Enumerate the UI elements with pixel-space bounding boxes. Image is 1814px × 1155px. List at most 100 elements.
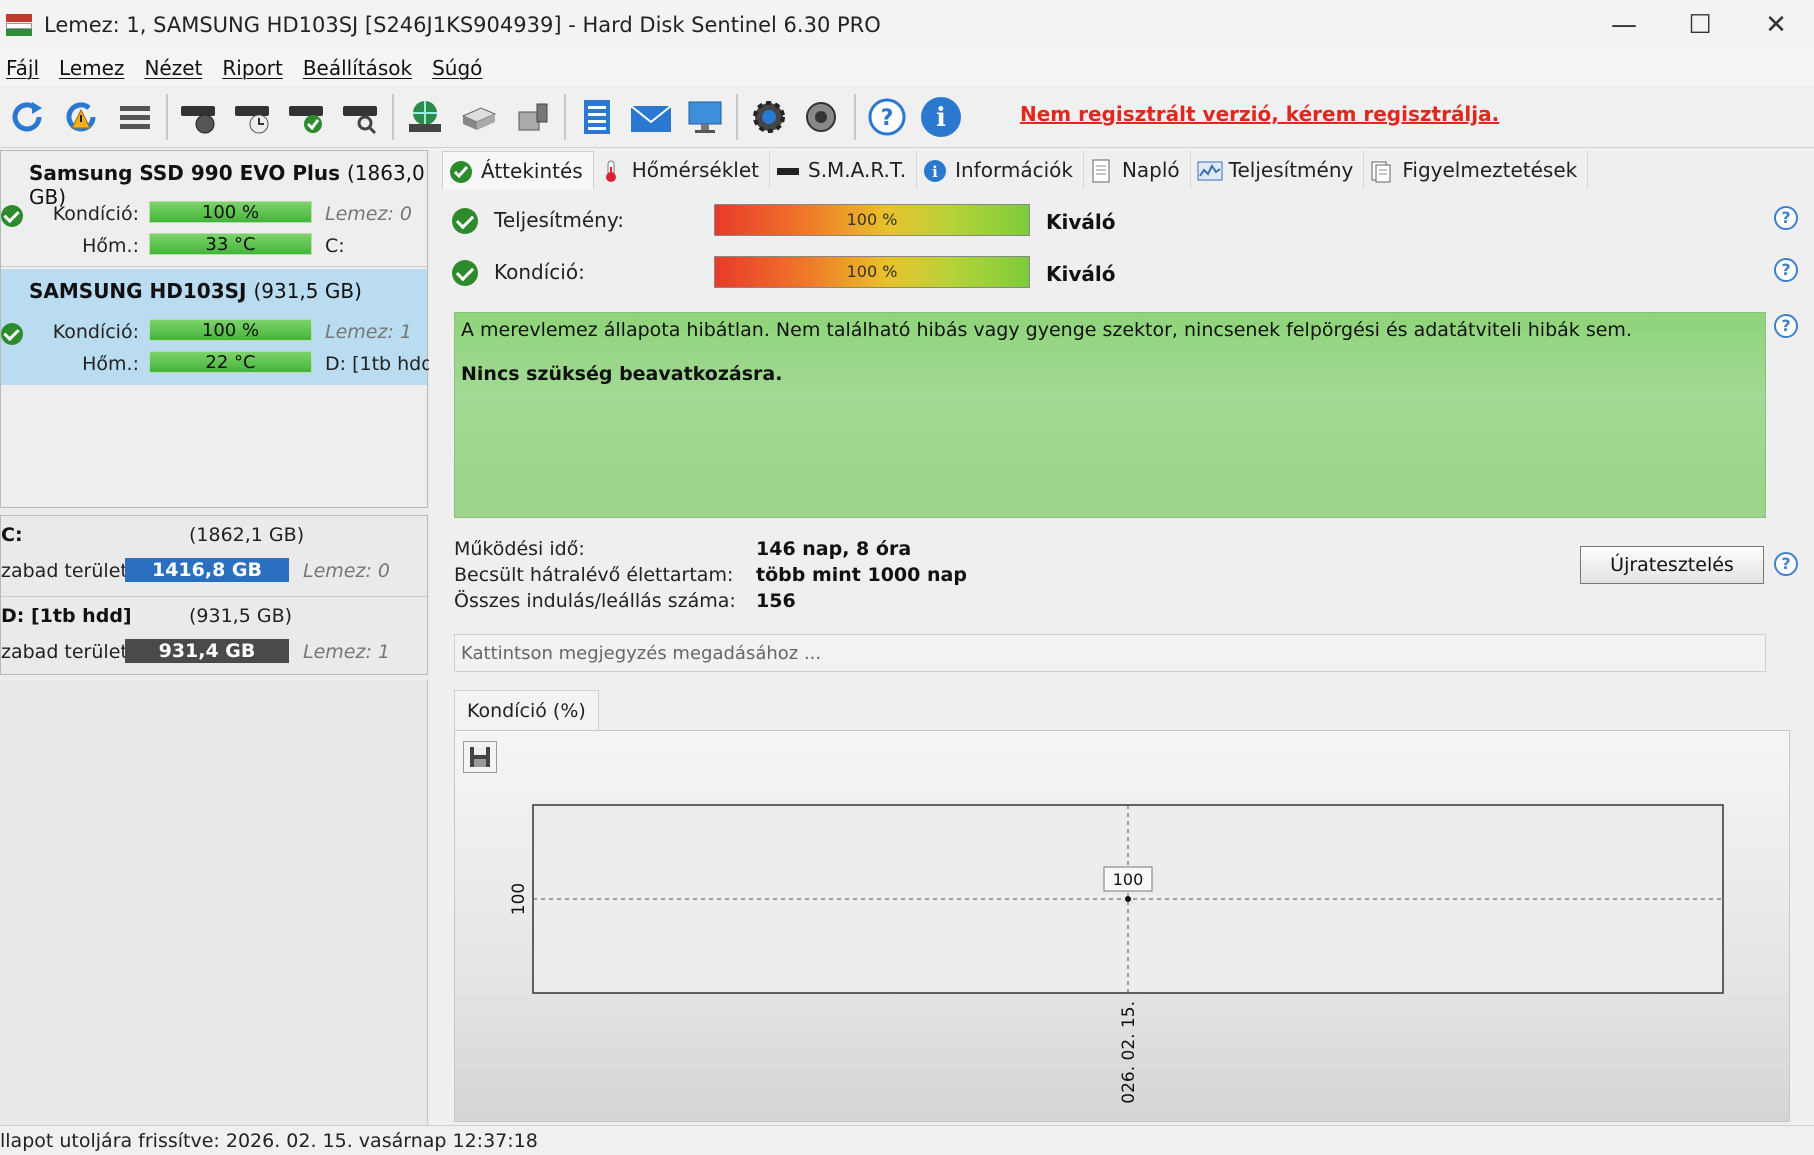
disk-volume: D: [1tb hdd — [325, 353, 429, 375]
disk-name: SAMSUNG HD103SJ (931,5 GB) — [29, 279, 362, 303]
disk-stack-icon[interactable] — [457, 95, 501, 139]
toolbar: ? i Nem regisztrált verzió, kérem regisz… — [0, 86, 1814, 148]
status-bar: llapot utoljára frissítve: 2026. 02. 15.… — [0, 1125, 1814, 1155]
email-icon[interactable] — [629, 95, 673, 139]
health-label: Kondíció: — [494, 260, 585, 284]
health-label: Kondíció: — [52, 203, 139, 225]
register-link[interactable]: Nem regisztrált verzió, kérem regisztrál… — [1020, 102, 1499, 126]
tab-alerts[interactable]: Figyelmeztetések — [1364, 151, 1589, 189]
health-bar: 100 % — [149, 201, 312, 223]
volume-disk: Lemez: 1 — [303, 641, 390, 663]
svg-text:i: i — [936, 103, 946, 133]
left-empty-area — [0, 680, 428, 1125]
temp-bar: 33 °C — [149, 233, 312, 255]
maximize-button[interactable]: ☐ — [1662, 0, 1738, 50]
tab-overview[interactable]: Áttekintés — [442, 151, 594, 189]
refresh-icon[interactable] — [5, 95, 49, 139]
lifetime-value: több mint 1000 nap — [756, 564, 967, 586]
help-icon[interactable]: ? — [1774, 552, 1798, 576]
tab-log[interactable]: Napló — [1084, 151, 1191, 189]
tab-performance[interactable]: Teljesítmény — [1191, 151, 1365, 189]
menu-settings[interactable]: Beállítások — [301, 56, 426, 80]
disk-search-icon[interactable] — [339, 95, 383, 139]
menu-disk[interactable]: Lemez — [57, 56, 138, 80]
tab-temperature[interactable]: Hőmérséklet — [594, 151, 770, 189]
menu-bar: Fájl Lemez Nézet Riport Beállítások Súgó — [0, 50, 1814, 86]
external-drive-icon[interactable] — [511, 95, 555, 139]
chart-tab[interactable]: Kondíció (%) — [454, 690, 599, 730]
menu-file[interactable]: Fájl — [4, 56, 53, 80]
health-label: Kondíció: — [52, 321, 139, 343]
free-space-bar: 1416,8 GB — [125, 558, 289, 582]
data-label: 100 — [1113, 870, 1144, 889]
temp-label: Hőm.: — [82, 353, 139, 375]
check-icon — [449, 160, 472, 183]
minimize-button[interactable]: — — [1586, 0, 1662, 50]
lifetime-label: Becsült hátralévő élettartam: — [454, 564, 734, 586]
menu-help[interactable]: Súgó — [430, 56, 496, 80]
info-icon[interactable]: i — [919, 95, 963, 139]
temp-label: Hőm.: — [82, 235, 139, 257]
monitor-icon[interactable] — [683, 95, 727, 139]
left-pane: Samsung SSD 990 EVO Plus (1863,0 GB) Kon… — [0, 150, 430, 1125]
help-icon[interactable]: ? — [1774, 206, 1798, 230]
disk-index: Lemez: 1 — [325, 321, 412, 343]
tab-information[interactable]: i Információk — [917, 151, 1084, 189]
volume-size: (931,5 GB) — [189, 605, 293, 627]
volume-list: C: (1862,1 GB) zabad terület 1416,8 GB L… — [0, 515, 428, 675]
disk-ok-icon[interactable] — [285, 95, 329, 139]
right-pane: Áttekintés Hőmérséklet S.M.A.R.T. i Info… — [432, 150, 1814, 1125]
document-icon — [1090, 159, 1112, 183]
disk-schedule-icon[interactable] — [231, 95, 275, 139]
free-space-label: zabad terület — [1, 560, 128, 582]
svg-text:i: i — [932, 163, 938, 181]
health-bar: 100 % — [149, 319, 312, 341]
disk-card-1[interactable]: SAMSUNG HD103SJ (931,5 GB) Kondíció: 100… — [1, 269, 429, 385]
volume-name: C: — [1, 524, 23, 546]
health-row: Kondíció: 100 % Kiváló — [452, 254, 1802, 288]
help-icon[interactable]: ? — [1774, 314, 1798, 338]
gear-icon[interactable] — [747, 95, 791, 139]
free-space-label: zabad terület — [1, 641, 128, 663]
retest-button[interactable]: Újratesztelés — [1580, 546, 1764, 584]
window-title: Lemez: 1, SAMSUNG HD103SJ [S246J1KS90493… — [44, 13, 881, 37]
check-icon — [452, 208, 478, 234]
speaker-icon[interactable] — [801, 95, 845, 139]
save-icon[interactable] — [463, 741, 497, 773]
uptime-label: Működési idő: — [454, 538, 585, 560]
x-tick-label: 2026. 02. 15. — [1119, 1001, 1139, 1103]
chart-icon — [1197, 159, 1223, 181]
disk-card-0[interactable]: Samsung SSD 990 EVO Plus (1863,0 GB) Kon… — [1, 151, 427, 267]
disk-surface-icon[interactable] — [177, 95, 221, 139]
uptime-value: 146 nap, 8 óra — [756, 538, 912, 560]
network-icon[interactable] — [403, 95, 447, 139]
menu-report[interactable]: Riport — [220, 56, 296, 80]
disk-list: Samsung SSD 990 EVO Plus (1863,0 GB) Kon… — [0, 150, 429, 508]
tab-smart[interactable]: S.M.A.R.T. — [770, 151, 918, 189]
title-bar: Lemez: 1, SAMSUNG HD103SJ [S246J1KS90493… — [0, 0, 1814, 50]
note-input[interactable] — [454, 634, 1766, 672]
chart-panel: 100 100 2026. 02. 15. — [454, 730, 1790, 1122]
list-icon[interactable] — [113, 95, 157, 139]
power-cycles-value: 156 — [756, 590, 796, 612]
help-icon[interactable]: ? — [1774, 258, 1798, 282]
refresh-alert-icon[interactable] — [59, 95, 103, 139]
volume-disk: Lemez: 0 — [303, 560, 390, 582]
info-icon: i — [923, 159, 947, 182]
svg-text:?: ? — [881, 106, 894, 131]
summary-box: A merevlemez állapota hibátlan. Nem talá… — [454, 312, 1766, 518]
help-icon[interactable]: ? — [865, 95, 909, 139]
volume-size: (1862,1 GB) — [189, 524, 305, 546]
volume-row-c[interactable]: C: (1862,1 GB) zabad terület 1416,8 GB L… — [1, 516, 427, 594]
data-point — [1125, 896, 1131, 902]
tab-bar: Áttekintés Hőmérséklet S.M.A.R.T. i Info… — [442, 150, 1589, 190]
close-button[interactable]: ✕ — [1738, 0, 1814, 50]
performance-row: Teljesítmény: 100 % Kiváló — [452, 202, 1802, 236]
performance-label: Teljesítmény: — [494, 208, 624, 232]
performance-bar: 100 % — [714, 204, 1030, 236]
menu-view[interactable]: Nézet — [142, 56, 216, 80]
health-chart: 100 100 2026. 02. 15. — [509, 804, 1724, 1103]
report-icon[interactable] — [575, 95, 619, 139]
volume-row-d[interactable]: D: [1tb hdd] (931,5 GB) zabad terület 93… — [1, 596, 427, 674]
health-value: Kiváló — [1046, 262, 1116, 286]
